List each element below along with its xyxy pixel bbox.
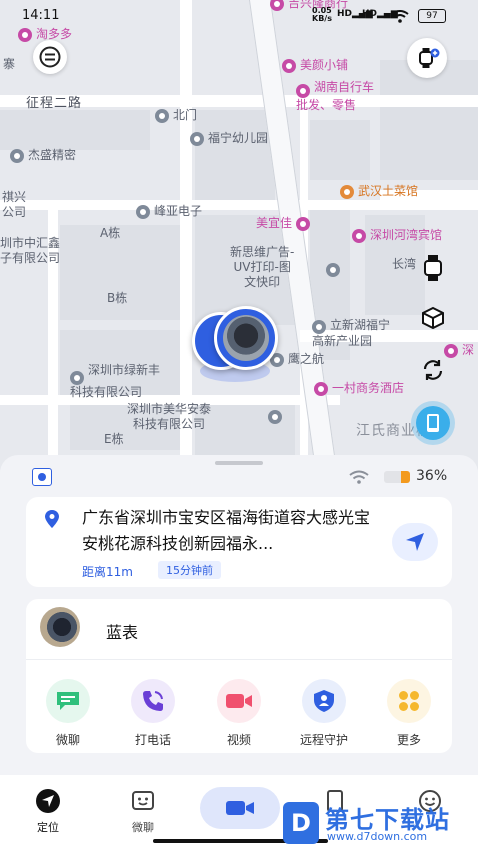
watch-locate-button[interactable] (415, 250, 451, 286)
hotel-icon (314, 381, 328, 396)
chat-button[interactable]: 微聊 (33, 679, 103, 748)
wifi-status-icon (391, 10, 409, 23)
video-icon (217, 679, 261, 723)
road-zhengcheng: 征程二路 (26, 96, 83, 111)
watermark-url: www.d7down.com (327, 830, 428, 843)
school-icon (190, 131, 204, 146)
battery-percent: 36% (416, 468, 448, 484)
store-icon (296, 84, 310, 98)
add-device-button[interactable] (407, 38, 447, 78)
device-address: 广东省深圳市宝安区福海街道容大感光宝安桃花源科技创新园福永... (82, 508, 371, 553)
poi-jiesheng[interactable]: 杰盛精密 (10, 148, 76, 163)
location-pin-icon (268, 409, 283, 424)
phone-icon (427, 414, 439, 432)
my-phone-location-button[interactable] (416, 406, 450, 440)
wifi-icon (349, 470, 369, 484)
nav-location[interactable]: 定位 (18, 789, 78, 835)
video-button[interactable]: 视频 (204, 679, 274, 748)
scissors-icon (282, 58, 296, 73)
watermark-logo: D (283, 802, 319, 844)
grid-icon (387, 679, 431, 723)
location-icon (36, 789, 60, 813)
video-call-icon (226, 801, 254, 815)
poi-yingzhihang[interactable]: 鹰之航 (270, 352, 324, 367)
poi-fengya[interactable]: 峰亚电子 (136, 204, 202, 219)
poi-changwan: 长湾 (392, 257, 417, 271)
poi-qixing: 祺兴 公司 (2, 190, 27, 219)
poi-hewan-hotel[interactable]: 深圳河湾宾馆 (352, 228, 442, 243)
device-location-marker[interactable] (214, 306, 278, 370)
poi-wuhan-restaurant[interactable]: 武汉土菜馆 (340, 184, 418, 199)
menu-icon (39, 46, 61, 68)
battery-fill (400, 471, 410, 483)
poi-meihuaan[interactable]: 深圳市美华安泰 科技有限公司 (127, 402, 211, 432)
hotel-icon (352, 228, 366, 243)
location-pin-icon (70, 371, 84, 385)
refresh-location-button[interactable] (415, 352, 451, 388)
battery-status: 97 (418, 9, 446, 23)
location-pin-icon (136, 204, 150, 219)
label-a-building: A栋 (100, 226, 121, 240)
menu-button[interactable] (33, 40, 67, 74)
label-e-building: E栋 (104, 432, 124, 446)
gate-icon (155, 108, 169, 123)
poi-zhai: 寨 (3, 57, 16, 71)
building-icon (312, 320, 326, 334)
location-pin-icon (10, 148, 24, 163)
device-avatar[interactable] (40, 607, 80, 647)
poi-meiyan[interactable]: 美颜小铺 (282, 58, 348, 73)
watermark: D 第七下载站 www.d7down.com (283, 800, 478, 850)
watch-icon (424, 255, 442, 281)
chat-face-icon (132, 791, 154, 810)
phone-icon (131, 679, 175, 723)
time-ago-badge: 15分钟前 (158, 561, 221, 579)
camera-icon (326, 262, 340, 277)
refresh-icon (423, 360, 443, 380)
call-button[interactable]: 打电话 (118, 679, 188, 748)
distance-label: 距离11m (82, 565, 133, 579)
device-name: 蓝表 (106, 623, 139, 642)
net-speed: 0.05 KB/s (312, 6, 332, 23)
status-time: 14:11 (22, 8, 60, 23)
drag-handle[interactable] (215, 461, 263, 465)
label-b-building: B栋 (107, 291, 128, 305)
poi-yicun-hotel[interactable]: 一村商务酒店 (314, 381, 404, 396)
more-button[interactable]: 更多 (374, 679, 444, 748)
poi-zhonghuixin: 圳市中汇鑫 子有限公司 (0, 236, 61, 265)
poi-funing-kindergarten[interactable]: 福宁幼儿园 (190, 131, 268, 146)
watch-add-icon (419, 48, 440, 68)
device-card: 蓝表 微聊 打电话 视频 远程守护 更多 (26, 599, 452, 753)
watch-avatar-icon (223, 315, 269, 361)
nav-chat[interactable]: 微聊 (113, 789, 173, 835)
battery-indicator (384, 471, 410, 483)
map-3d-button[interactable] (415, 300, 451, 336)
poi-meiyijia[interactable]: 美宜佳 (256, 216, 314, 231)
navigate-button[interactable] (392, 523, 438, 561)
divider (26, 659, 452, 660)
cube-icon (422, 306, 444, 330)
poi-xinhuning[interactable]: 立新湖福宁 高新产业园 (312, 318, 390, 349)
remote-guard-button[interactable]: 远程守护 (289, 679, 359, 748)
shield-icon (302, 679, 346, 723)
restaurant-icon (340, 184, 354, 199)
poi-xinsiwei[interactable]: 新思维广告- UV打印-图 文快印 (230, 245, 294, 290)
nav-video-call[interactable] (200, 787, 280, 829)
address-card[interactable]: 广东省深圳市宝安区福海街道容大感光宝安桃花源科技创新园福永... 距离11m 1… (26, 497, 452, 587)
location-pin-icon (45, 510, 59, 528)
device-bottom-sheet: 36% 广东省深圳市宝安区福海街道容大感光宝安桃花源科技创新园福永... 距离1… (0, 455, 478, 775)
chat-icon (46, 679, 90, 723)
store-icon (296, 216, 311, 231)
map-view[interactable]: 淘多多 寨 征程二路 北门 福宁幼儿园 杰盛精密 祺兴 公司 圳市中汇鑫 子有限… (0, 0, 478, 470)
poi-lvxinfeng[interactable]: 深圳市绿新丰 科技有限公司 (70, 363, 160, 400)
poi-hunan-bike[interactable]: 湖南自行车 批发、零售 (296, 80, 374, 113)
status-bar: 14:11 0.05 KB/s HD▂▄▆ HD▂▄▆ 97 (0, 0, 478, 30)
device-status-icon (32, 468, 52, 486)
poi-beimen[interactable]: 北门 (155, 108, 197, 123)
navigation-arrow-icon (406, 533, 424, 551)
